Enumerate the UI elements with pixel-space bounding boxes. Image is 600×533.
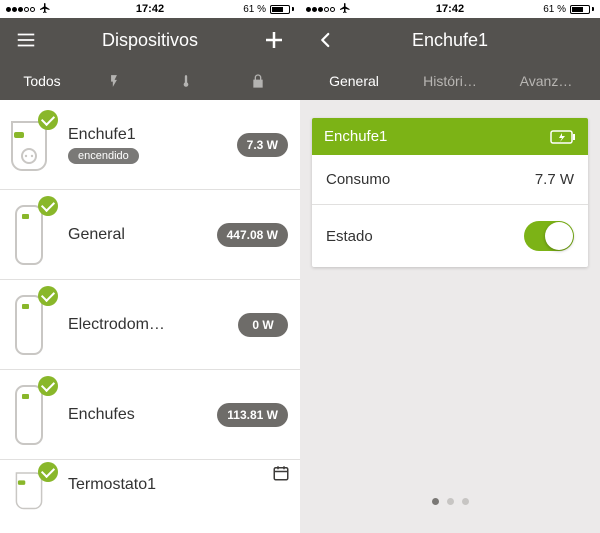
meter-device-icon xyxy=(8,204,50,266)
device-name: Termostato1 xyxy=(68,476,288,494)
page-dot[interactable] xyxy=(432,498,439,505)
battery-icon xyxy=(270,5,294,14)
device-row[interactable]: Enchufe1 encendido 7.3 W xyxy=(0,100,300,190)
filter-bar: Todos xyxy=(0,62,300,100)
calendar-icon[interactable] xyxy=(272,464,290,487)
status-bar: 17:42 61 % xyxy=(300,0,600,18)
device-name: Enchufes xyxy=(68,406,217,424)
device-status-pill: encendido xyxy=(68,148,139,164)
status-bar: 17:42 61 % xyxy=(0,0,300,18)
status-check-icon xyxy=(38,286,58,306)
meter-device-icon xyxy=(8,384,50,446)
add-button[interactable] xyxy=(260,26,288,54)
tab-bar: General Históri… Avanz… xyxy=(300,62,600,100)
filter-tab-temperature[interactable] xyxy=(150,62,222,100)
meter-device-icon xyxy=(8,294,50,356)
thermometer-icon xyxy=(179,72,193,90)
status-check-icon xyxy=(38,462,58,482)
thermostat-device-icon xyxy=(8,470,50,510)
filter-tab-power[interactable] xyxy=(78,62,150,100)
filter-tab-all[interactable]: Todos xyxy=(6,62,78,100)
header-bar: Dispositivos xyxy=(0,18,300,62)
page-title: Dispositivos xyxy=(0,30,300,51)
page-title: Enchufe1 xyxy=(300,30,600,51)
card-header: Enchufe1 xyxy=(312,118,588,155)
device-list: Enchufe1 encendido 7.3 W General 447.08 … xyxy=(0,100,300,533)
state-label: Estado xyxy=(326,228,373,245)
airplane-icon xyxy=(339,2,351,17)
plug-device-icon xyxy=(8,118,50,172)
battery-icon xyxy=(570,5,594,14)
device-name: General xyxy=(68,226,217,244)
device-row[interactable]: Electrodom… 0 W xyxy=(0,280,300,370)
menu-button[interactable] xyxy=(12,26,40,54)
device-name: Electrodom… xyxy=(68,316,238,334)
filter-tab-security[interactable] xyxy=(222,62,294,100)
page-indicator xyxy=(312,484,588,515)
tab-advanced[interactable]: Avanz… xyxy=(498,62,594,100)
status-check-icon xyxy=(38,376,58,396)
device-row[interactable]: Enchufes 113.81 W xyxy=(0,370,300,460)
device-row[interactable]: General 447.08 W xyxy=(0,190,300,280)
consumption-value: 7.7 W xyxy=(535,171,574,188)
card-title: Enchufe1 xyxy=(324,128,387,145)
signal-dots-icon xyxy=(6,7,35,12)
page-dot[interactable] xyxy=(462,498,469,505)
status-check-icon xyxy=(38,110,58,130)
battery-percent: 61 % xyxy=(543,4,566,15)
tab-general[interactable]: General xyxy=(306,62,402,100)
device-value-badge: 7.3 W xyxy=(237,133,288,157)
card-row-consumption: Consumo 7.7 W xyxy=(312,155,588,205)
tab-history[interactable]: Históri… xyxy=(402,62,498,100)
airplane-icon xyxy=(39,2,51,17)
header-spacer xyxy=(560,26,588,54)
device-value-badge: 113.81 W xyxy=(217,403,288,427)
card-row-state: Estado xyxy=(312,205,588,267)
consumption-label: Consumo xyxy=(326,171,390,188)
status-check-icon xyxy=(38,196,58,216)
device-row[interactable]: Termostato1 xyxy=(0,460,300,520)
lock-icon xyxy=(250,72,266,90)
header-bar: Enchufe1 xyxy=(300,18,600,62)
device-card: Enchufe1 Consumo 7.7 W Estado xyxy=(312,118,588,267)
state-toggle[interactable] xyxy=(524,221,574,251)
device-value-badge: 447.08 W xyxy=(217,223,288,247)
battery-percent: 61 % xyxy=(243,4,266,15)
page-dot[interactable] xyxy=(447,498,454,505)
battery-charging-icon xyxy=(550,130,576,144)
device-value-badge: 0 W xyxy=(238,313,288,337)
back-button[interactable] xyxy=(312,26,340,54)
device-name: Enchufe1 xyxy=(68,126,237,144)
bolt-icon xyxy=(107,72,121,90)
signal-dots-icon xyxy=(306,7,335,12)
detail-panel: Enchufe1 Consumo 7.7 W Estado xyxy=(300,100,600,533)
